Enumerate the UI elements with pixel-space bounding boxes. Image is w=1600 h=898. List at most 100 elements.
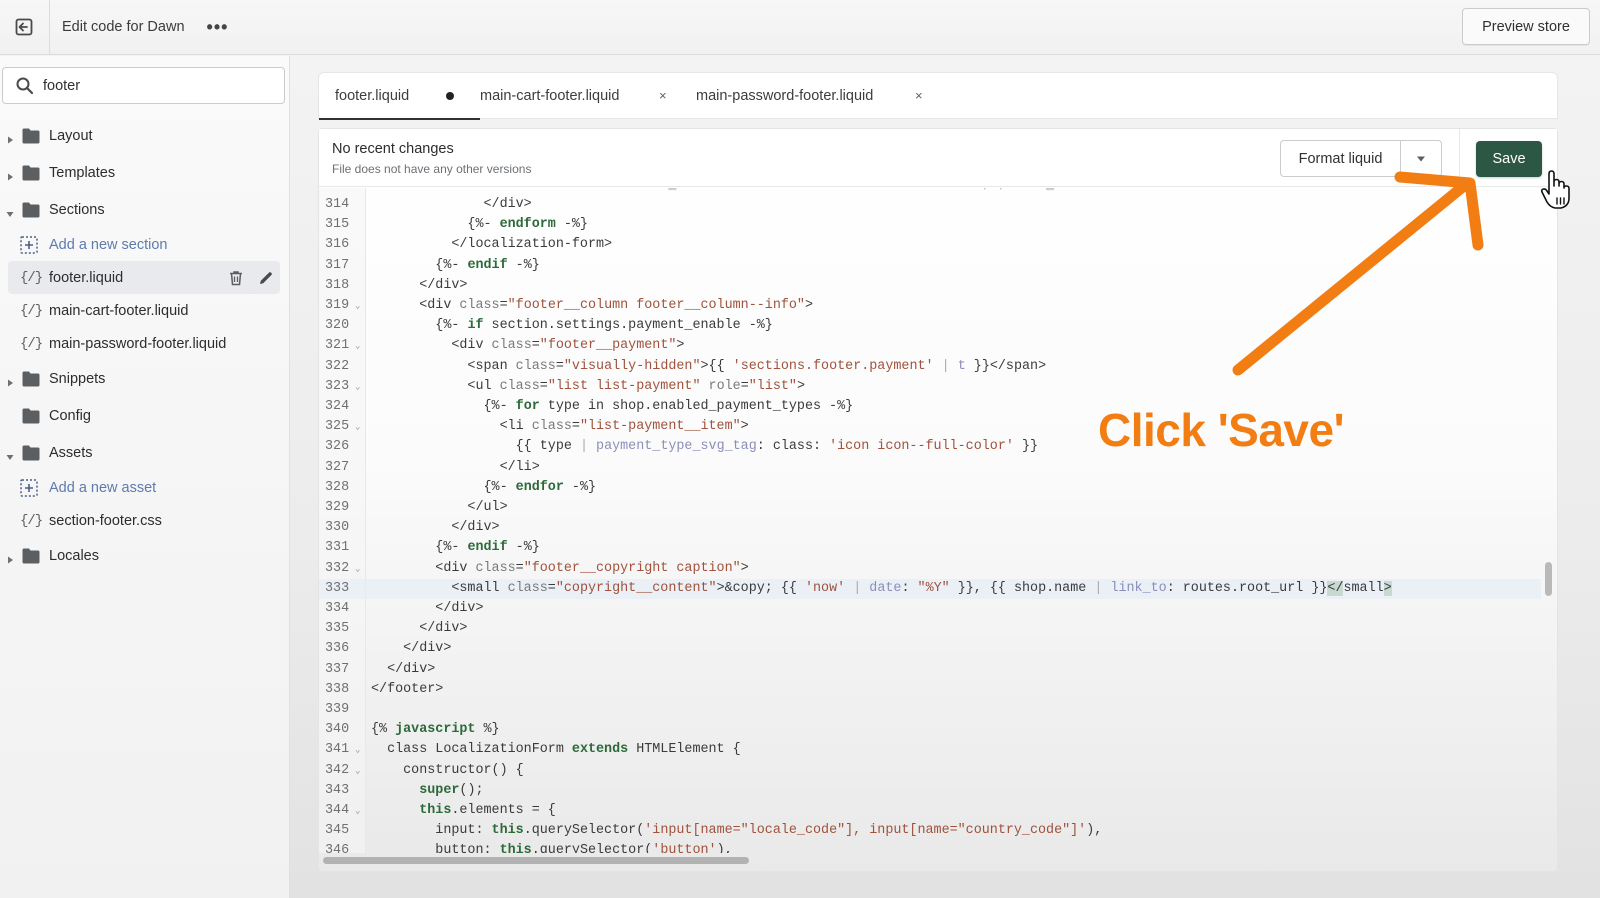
code-line[interactable]: 341 ⌄ class LocalizationForm extends HTML… (319, 740, 1541, 760)
format-liquid-button[interactable]: Format liquid (1281, 141, 1401, 176)
fold-chevron-icon[interactable]: ⌄ (355, 336, 360, 356)
code-line[interactable]: 321 ⌄ <div class="footer__payment"> (319, 336, 1541, 356)
unsaved-dot-icon (446, 91, 454, 100)
code-line[interactable]: 331 {%- endif -%} (319, 538, 1541, 558)
fold-chevron-icon[interactable]: ⌄ (355, 559, 360, 579)
more-actions-button[interactable]: ••• (207, 18, 229, 36)
top-bar: Edit code for Dawn ••• Preview store (0, 0, 1600, 55)
code-line[interactable]: 332 ⌄ <div class="footer__copyright capti… (319, 559, 1541, 579)
code-line[interactable]: 339 (319, 700, 1541, 720)
line-number: 342 (325, 762, 350, 778)
code-text: </div> (371, 641, 452, 657)
exit-editor-button[interactable] (0, 0, 50, 55)
sidebar-item-main-cart-footer-liquid[interactable]: {/} main-cart-footer.liquid (0, 294, 288, 327)
code-text: </div> (371, 197, 532, 212)
code-line[interactable]: 335 </div> (319, 619, 1541, 639)
code-line[interactable]: 323 ⌄ <ul class="list list-payment" role=… (319, 377, 1541, 397)
code-line[interactable]: 326 {{ type | payment_type_svg_tag: clas… (319, 437, 1541, 457)
line-number: 340 (325, 722, 350, 738)
code-line[interactable]: 337 </div> (319, 660, 1541, 680)
code-line[interactable]: 322 <span class="visually-hidden">{{ 'se… (319, 357, 1541, 377)
code-line[interactable]: 317 {%- endif -%} (319, 256, 1541, 276)
header-divider (1459, 129, 1460, 187)
file-tree: Layout Templates Sections Add a new section… (0, 117, 288, 574)
format-liquid-group: Format liquid (1280, 140, 1442, 177)
horizontal-scroll-thumb[interactable] (323, 857, 749, 864)
code-line[interactable]: 329 </ul> (319, 498, 1541, 518)
sidebar-item-templates[interactable]: Templates (0, 154, 288, 191)
delete-icon[interactable] (228, 270, 244, 286)
save-button[interactable]: Save (1476, 141, 1542, 177)
line-number: 331 (325, 540, 350, 556)
code-text: {%- for type in shop.enabled_payment_typ… (371, 399, 854, 414)
sidebar-item-section-footer-css[interactable]: {/} section-footer.css (0, 504, 288, 537)
code-line[interactable]: 324 {%- for type in shop.enabled_payment… (319, 397, 1541, 417)
sidebar-item-snippets[interactable]: Snippets (0, 360, 288, 397)
tab-main-cart-footer-liquid[interactable]: main-cart-footer.liquid × (480, 72, 694, 119)
tab-footer-liquid[interactable]: footer.liquid (319, 72, 480, 120)
code-line[interactable]: 328 {%- endfor -%} (319, 478, 1541, 498)
code-line[interactable]: 319 ⌄ <div class="footer__column footer__… (319, 296, 1541, 316)
code-line[interactable]: 314 </div> (319, 195, 1541, 215)
chevron-down-icon[interactable] (6, 206, 14, 217)
rename-pencil-icon[interactable] (258, 270, 274, 286)
vertical-scrollbar[interactable] (1543, 189, 1553, 849)
sidebar-item-add-a-new-asset[interactable]: Add a new asset (0, 471, 288, 504)
horizontal-scrollbar[interactable] (323, 857, 1523, 865)
sidebar-item-config[interactable]: Config (0, 397, 288, 434)
code-line[interactable]: 344 ⌄ this.elements = { (319, 801, 1541, 821)
chevron-right-icon[interactable] (6, 132, 14, 143)
fold-chevron-icon[interactable]: ⌄ (355, 761, 360, 781)
sidebar-item-footer-liquid[interactable]: {/} footer.liquid (8, 261, 280, 294)
sidebar-item-label: Locales (49, 547, 99, 564)
sidebar-item-locales[interactable]: Locales (0, 537, 288, 574)
fold-chevron-icon[interactable]: ⌄ (355, 801, 360, 821)
code-line[interactable]: 315 {%- endform -%} (319, 215, 1541, 235)
code-line[interactable]: 336 </div> (319, 639, 1541, 659)
search-input[interactable] (43, 77, 263, 94)
code-line[interactable]: 342 ⌄ constructor() { (319, 761, 1541, 781)
chevron-right-icon[interactable] (6, 375, 14, 386)
code-line[interactable]: 346 button: this.querySelector('button')… (319, 841, 1541, 853)
code-line[interactable]: 343 super(); (319, 781, 1541, 801)
sidebar-item-sections[interactable]: Sections (0, 191, 288, 228)
chevron-right-icon[interactable] (6, 169, 14, 180)
chevron-down-icon[interactable] (6, 449, 14, 460)
sidebar-item-main-password-footer-liquid[interactable]: {/} main-password-footer.liquid (0, 327, 288, 360)
code-line[interactable]: 334 </div> (319, 599, 1541, 619)
liquid-file-icon: {/} (20, 512, 43, 529)
code-line[interactable]: 327 </li> (319, 458, 1541, 478)
code-text: {%- endform -%} (371, 217, 588, 233)
sidebar-item-label: Layout (49, 127, 93, 144)
code-editor: No recent changes File does not have any… (318, 128, 1558, 872)
line-number: 326 (325, 439, 350, 455)
code-line[interactable]: 333 <small class="copyright__content">&c… (319, 578, 1541, 599)
fold-chevron-icon[interactable]: ⌄ (355, 296, 360, 316)
fold-chevron-icon[interactable]: ⌄ (355, 377, 360, 397)
code-line[interactable]: 330 </div> (319, 518, 1541, 538)
sidebar-item-assets[interactable]: Assets (0, 434, 288, 471)
code-line[interactable]: 345 input: this.querySelector('input[nam… (319, 821, 1541, 841)
sidebar-item-add-a-new-section[interactable]: Add a new section (0, 228, 288, 261)
code-area[interactable]: · ·· ‗ ·· ‚ ‚ ‗ ·· 314 </div>315 {%- end… (319, 188, 1541, 853)
fold-chevron-icon[interactable]: ⌄ (355, 740, 360, 760)
code-text: </ul> (371, 500, 508, 515)
format-options-dropdown[interactable] (1401, 141, 1441, 176)
code-line[interactable]: 320 {%- if section.settings.payment_enab… (319, 316, 1541, 336)
chevron-right-icon[interactable] (6, 552, 14, 563)
tab-main-password-footer-liquid[interactable]: main-password-footer.liquid × (694, 72, 944, 119)
code-line[interactable]: 338 </footer> (319, 680, 1541, 700)
liquid-file-icon: {/} (20, 302, 43, 319)
code-line[interactable]: 325 ⌄ <li class="list-payment__item"> (319, 417, 1541, 437)
code-line[interactable]: 316 </localization-form> (319, 235, 1541, 255)
close-tab-icon[interactable]: × (659, 88, 667, 103)
fold-chevron-icon[interactable]: ⌄ (355, 417, 360, 437)
sidebar-item-layout[interactable]: Layout (0, 117, 288, 154)
code-line[interactable]: 340 {% javascript %} (319, 720, 1541, 740)
close-tab-icon[interactable]: × (915, 88, 923, 103)
sidebar-item-label: Sections (49, 201, 105, 218)
code-line[interactable]: 318 </div> (319, 276, 1541, 296)
vertical-scroll-thumb[interactable] (1545, 562, 1552, 596)
preview-store-button[interactable]: Preview store (1462, 8, 1590, 45)
sidebar-item-label: Templates (49, 164, 116, 181)
